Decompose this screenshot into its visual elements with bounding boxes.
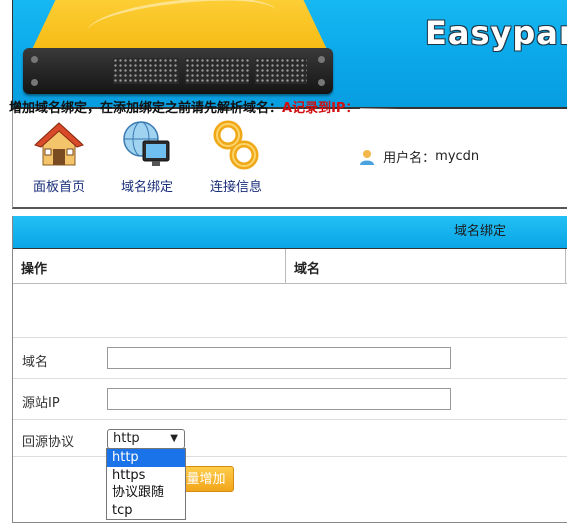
- brand-logo: Easypanel: [425, 14, 567, 52]
- protocol-dropdown-list: http https 协议跟随 tcp: [106, 448, 186, 520]
- nav-item-connection-info[interactable]: 连接信息: [198, 119, 274, 195]
- form-row-domain: 域名: [13, 337, 567, 378]
- nav-item-home[interactable]: 面板首页: [21, 119, 97, 195]
- username-value: mycdn: [435, 149, 480, 164]
- add-button-label: 量增加: [186, 472, 226, 487]
- server-illustration: [23, 48, 333, 94]
- nav-item-label: 面板首页: [32, 180, 85, 195]
- nav-panel: 面板首页 域名绑定 连接信息 用户名：mycdn: [12, 109, 567, 209]
- notice-text: 增加域名绑定，在添加绑定之前请先解析域名：: [9, 101, 283, 116]
- table-header: 操作 域名: [13, 249, 567, 284]
- panel-titlebar: 域名绑定: [13, 216, 567, 249]
- header-banner: Easypanel: [12, 0, 567, 109]
- chevron-down-icon: ▼: [170, 433, 178, 444]
- source-ip-input[interactable]: [107, 388, 451, 410]
- home-icon: [34, 122, 84, 166]
- column-header-action: 操作: [21, 262, 48, 277]
- protocol-label: 回源协议: [22, 435, 75, 450]
- protocol-option-tcp[interactable]: tcp: [107, 502, 185, 520]
- form-row-source-ip: 源站IP: [13, 378, 567, 419]
- protocol-option-http[interactable]: http: [107, 449, 185, 467]
- column-header-domain: 域名: [294, 262, 321, 277]
- user-info: 用户名：mycdn: [359, 147, 479, 166]
- protocol-option-follow[interactable]: 协议跟随: [107, 484, 185, 502]
- panel-title: 域名绑定: [454, 224, 507, 239]
- domain-input[interactable]: [107, 347, 451, 369]
- globe-monitor-icon: [123, 121, 170, 166]
- protocol-select[interactable]: http ▼: [107, 429, 185, 449]
- notice-highlight: A记录到IP：: [282, 101, 359, 116]
- username-label: 用户名：: [383, 151, 436, 166]
- user-icon: [360, 149, 374, 165]
- form-row-divider: [13, 456, 567, 457]
- nav-item-label: 连接信息: [209, 180, 262, 195]
- nav-item-domain-binding[interactable]: 域名绑定: [109, 119, 185, 195]
- chain-link-icon: [213, 120, 259, 170]
- nav-item-label: 域名绑定: [120, 180, 173, 195]
- protocol-selected-value: http: [113, 431, 140, 446]
- domain-label: 域名: [22, 355, 49, 370]
- source-ip-label: 源站IP: [22, 396, 60, 411]
- add-binding-notice: 增加域名绑定，在添加绑定之前请先解析域名：A记录到IP：: [9, 97, 401, 116]
- form-row-protocol: 回源协议 http ▼: [13, 419, 567, 456]
- protocol-option-https[interactable]: https: [107, 467, 185, 485]
